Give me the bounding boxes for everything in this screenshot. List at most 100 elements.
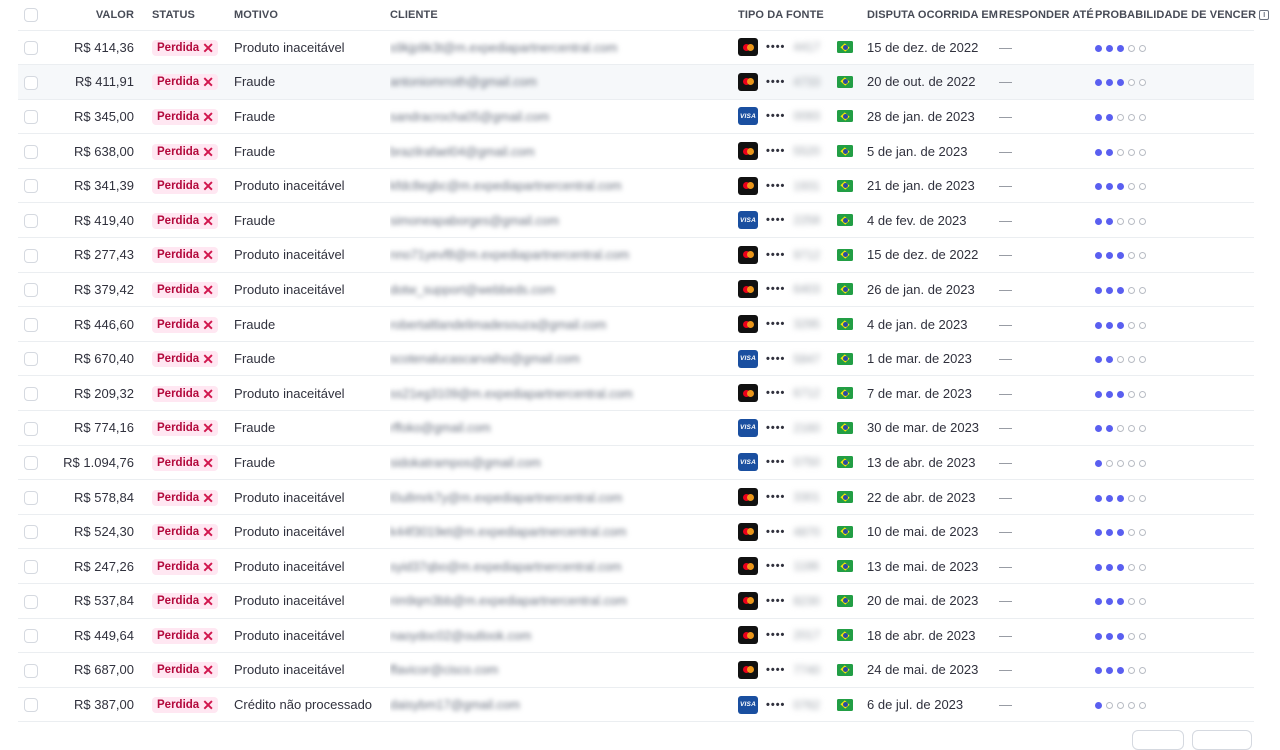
row-checkbox[interactable] — [24, 629, 38, 644]
table-row[interactable]: R$ 411,91 Perdida ✕ Fraude antoniomrroth@… — [18, 64, 1254, 100]
next-page-button[interactable] — [1192, 730, 1252, 750]
probability-dot-empty — [1128, 667, 1135, 675]
select-all-checkbox[interactable] — [24, 7, 38, 22]
previous-page-button[interactable] — [1132, 730, 1184, 750]
probability-dot-filled — [1117, 44, 1124, 52]
reason-cell: Produto inaceitável — [234, 652, 390, 688]
table-row[interactable]: R$ 537,84 Perdida ✕ Produto inaceitável r… — [18, 583, 1254, 619]
table-row[interactable]: R$ 446,60 Perdida ✕ Fraude robertaltlande… — [18, 306, 1254, 342]
row-checkbox[interactable] — [24, 179, 38, 194]
row-checkbox[interactable] — [24, 559, 38, 574]
table-row[interactable]: R$ 209,32 Perdida ✕ Produto inaceitável s… — [18, 375, 1254, 412]
amount-cell: R$ 345,00 — [48, 99, 152, 135]
probability-dot-empty — [1139, 494, 1146, 502]
row-checkbox[interactable] — [24, 421, 38, 436]
close-icon: ✕ — [202, 351, 214, 368]
probability-cell — [1095, 687, 1254, 723]
respond-by: — — [999, 454, 1012, 470]
status-label: Perdida — [157, 283, 200, 296]
table-row[interactable]: R$ 670,40 Perdida ✕ Fraude scotenalucasca… — [18, 341, 1254, 377]
dispute-date-cell: 24 de mai. de 2023 — [867, 652, 999, 688]
table-row[interactable]: R$ 687,00 Perdida ✕ Produto inaceitável f… — [18, 652, 1254, 688]
probability-dot-filled — [1117, 632, 1124, 640]
probability-dot-empty — [1128, 459, 1135, 467]
card-last4: 6403 — [793, 282, 821, 297]
table-row[interactable]: R$ 345,00 Perdida ✕ Fraude sandracrocha05… — [18, 99, 1254, 135]
probability-dot-empty — [1139, 702, 1146, 710]
probability-cell — [1095, 306, 1254, 342]
reason: Produto inaceitável — [234, 662, 345, 678]
probability-dot-filled — [1095, 79, 1102, 87]
probability-cell — [1095, 30, 1254, 66]
header-win-probability[interactable]: PROBABILIDADE DE VENCER i — [1095, 0, 1270, 31]
respond-by-cell: — — [999, 306, 1095, 342]
row-select-cell — [18, 168, 48, 204]
info-icon[interactable]: i — [1259, 10, 1270, 21]
status-badge: Perdida ✕ — [152, 178, 218, 195]
row-checkbox[interactable] — [24, 387, 38, 402]
row-checkbox[interactable] — [24, 663, 38, 678]
visa-card-icon: VISA — [738, 349, 758, 368]
probability-dot-filled — [1117, 529, 1124, 537]
reason: Fraude — [234, 454, 276, 470]
table-row[interactable]: R$ 379,42 Perdida ✕ Produto inaceitável d… — [18, 272, 1254, 308]
reason: Fraude — [234, 74, 276, 90]
header-amount[interactable]: VALOR — [48, 0, 152, 31]
table-row[interactable]: R$ 277,43 Perdida ✕ Produto inaceitável n… — [18, 237, 1254, 273]
header-customer[interactable]: CLIENTE — [390, 0, 738, 31]
row-checkbox[interactable] — [24, 317, 38, 332]
status-label: Perdida — [157, 595, 200, 608]
amount: R$ 670,40 — [74, 351, 134, 367]
row-checkbox[interactable] — [24, 144, 38, 159]
row-checkbox[interactable] — [24, 594, 38, 609]
row-checkbox[interactable] — [24, 525, 38, 540]
table-row[interactable]: R$ 449,64 Perdida ✕ Produto inaceitável n… — [18, 618, 1254, 654]
customer-email: simoneapaborges@gmail.com — [390, 213, 560, 228]
table-row[interactable]: R$ 341,39 Perdida ✕ Produto inaceitável k… — [18, 168, 1254, 204]
probability-cell — [1095, 272, 1254, 308]
win-probability-indicator — [1095, 598, 1146, 606]
table-row[interactable]: R$ 414,36 Perdida ✕ Produto inaceitável s… — [18, 30, 1254, 66]
card-last4: 2017 — [793, 628, 821, 643]
amount: R$ 524,30 — [74, 524, 134, 540]
header-reason[interactable]: MOTIVO — [234, 0, 390, 31]
dispute-date-cell: 10 de mai. de 2023 — [867, 514, 999, 550]
row-checkbox[interactable] — [24, 698, 38, 713]
table-row[interactable]: R$ 247,26 Perdida ✕ Produto inaceitável s… — [18, 548, 1254, 584]
brazil-flag-icon — [837, 456, 854, 469]
table-row[interactable]: R$ 578,84 Perdida ✕ Produto inaceitável l… — [18, 479, 1254, 515]
amount: R$ 1.094,76 — [63, 454, 134, 470]
amount-cell: R$ 414,36 — [48, 30, 152, 66]
row-checkbox[interactable] — [24, 41, 38, 56]
header-status[interactable]: STATUS — [152, 0, 234, 31]
probability-dot-filled — [1106, 79, 1113, 87]
row-checkbox[interactable] — [24, 352, 38, 367]
customer-cell: ffavicor@cisco.com — [390, 652, 738, 688]
win-probability-indicator — [1095, 252, 1146, 260]
table-row[interactable]: R$ 419,40 Perdida ✕ Fraude simoneapaborge… — [18, 202, 1254, 239]
reason: Fraude — [234, 316, 276, 332]
row-checkbox[interactable] — [24, 214, 38, 229]
row-checkbox[interactable] — [24, 75, 38, 90]
table-row[interactable]: R$ 387,00 Perdida ✕ Crédito não processad… — [18, 687, 1254, 723]
table-row[interactable]: R$ 524,30 Perdida ✕ Produto inaceitável k… — [18, 514, 1254, 550]
row-checkbox[interactable] — [24, 248, 38, 263]
table-row[interactable]: R$ 1.094,76 Perdida ✕ Fraude sidokatrampo… — [18, 445, 1254, 481]
header-dispute-date[interactable]: DISPUTA OCORRIDA EM — [867, 0, 999, 31]
row-checkbox[interactable] — [24, 456, 38, 471]
table-row[interactable]: R$ 638,00 Perdida ✕ Fraude brazilrafael04… — [18, 133, 1254, 169]
customer-email: s9kjp9k3t@m.expediapartnercentral.com — [390, 40, 618, 55]
probability-dot-empty — [1128, 598, 1135, 606]
probability-dot-filled — [1106, 217, 1113, 225]
probability-dot-filled — [1095, 494, 1102, 502]
table-row[interactable]: R$ 774,16 Perdida ✕ Fraude rffoko@gmail.c… — [18, 410, 1254, 446]
row-checkbox[interactable] — [24, 283, 38, 298]
row-checkbox[interactable] — [24, 110, 38, 125]
status-label: Perdida — [157, 699, 200, 712]
header-source-type[interactable]: TIPO DA FONTE — [738, 0, 867, 31]
mastercard-icon — [738, 38, 758, 57]
row-checkbox[interactable] — [24, 490, 38, 505]
header-respond-by[interactable]: RESPONDER ATÉ — [999, 0, 1095, 31]
reason: Fraude — [234, 420, 276, 436]
customer-cell: k44f3019et@m.expediapartnercentral.com — [390, 514, 738, 550]
